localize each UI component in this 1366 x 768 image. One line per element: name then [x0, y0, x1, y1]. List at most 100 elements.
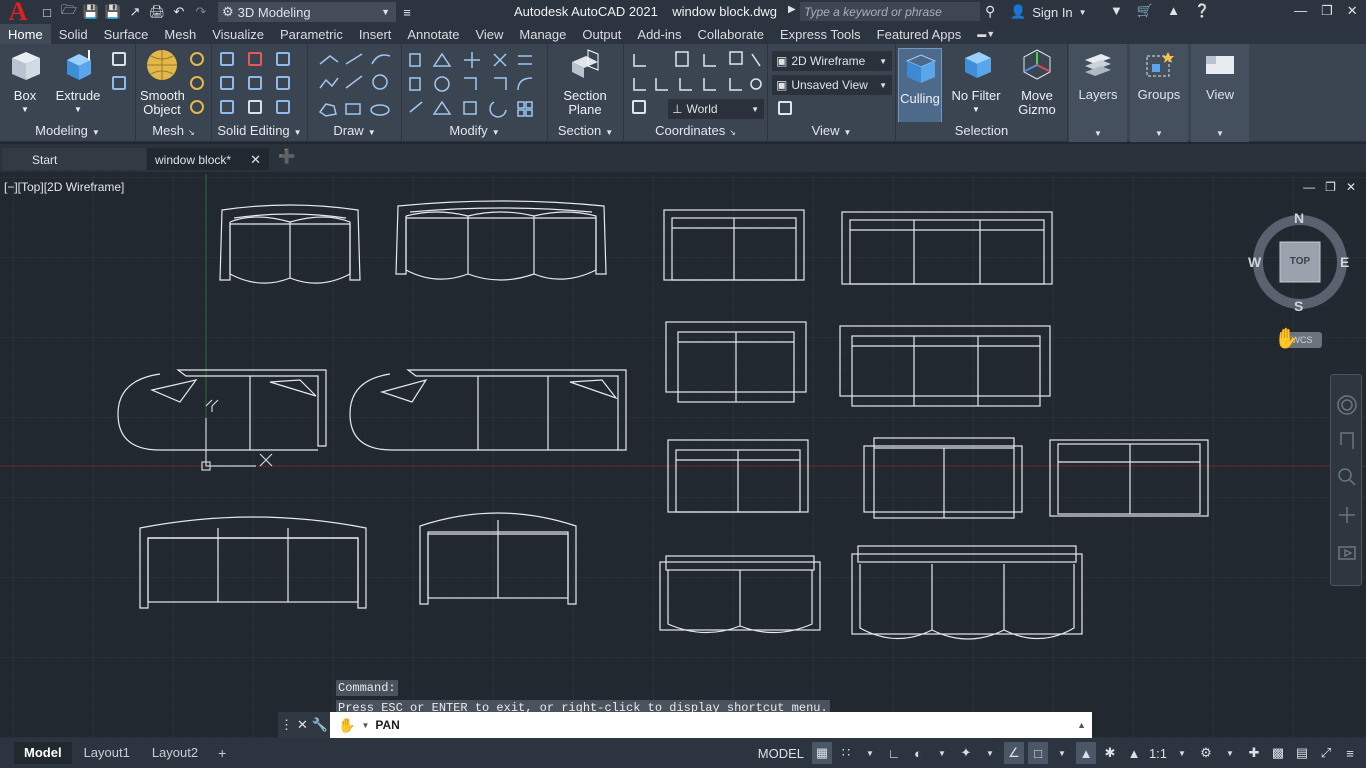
navigation-bar[interactable]	[1330, 374, 1362, 586]
draw-panel-title[interactable]: Draw ▼	[308, 122, 401, 140]
undo-icon[interactable]: ↶	[168, 2, 190, 22]
layout-tab-model[interactable]: Model	[14, 742, 72, 764]
osnap-list-icon[interactable]: ▼	[1052, 742, 1072, 764]
tab-featured-apps[interactable]: Featured Apps	[869, 24, 970, 44]
command-input[interactable]: ✋ ▼ PAN ▲	[330, 712, 1092, 738]
section-panel-title[interactable]: Section ▼	[548, 122, 623, 140]
ucs-dropdown-icon[interactable]	[632, 100, 650, 116]
tab-surface[interactable]: Surface	[96, 24, 157, 44]
tab-parametric[interactable]: Parametric	[272, 24, 351, 44]
search-input[interactable]: Type a keyword or phrase	[800, 2, 980, 21]
slice-icon[interactable]	[220, 100, 238, 116]
ucs-tools-icons[interactable]	[630, 50, 764, 94]
restore-button[interactable]: ❐	[1321, 3, 1333, 19]
cart-icon[interactable]: 🛒	[1137, 3, 1153, 19]
tab-collaborate[interactable]: Collaborate	[689, 24, 772, 44]
selection-panel-title[interactable]: Selection	[896, 122, 1067, 140]
tab-manage[interactable]: Manage	[511, 24, 574, 44]
compass-w[interactable]: W	[1248, 254, 1261, 270]
annotation-scale-value[interactable]: 1:1	[1148, 742, 1168, 764]
culling-button[interactable]: Culling	[898, 48, 942, 124]
export-icon[interactable]: ↗	[124, 2, 146, 22]
mesh-panel-title[interactable]: Mesh ↘	[136, 122, 211, 140]
viewport-restore-icon[interactable]: ❐	[1325, 180, 1336, 194]
isodraft-icon[interactable]: ✦	[956, 742, 976, 764]
coordinates-panel-title[interactable]: Coordinates ↘	[624, 122, 767, 140]
tab-start[interactable]: Start	[2, 148, 146, 170]
otrack-icon[interactable]: ∠	[1004, 742, 1024, 764]
modeling-panel-title[interactable]: Modeling ▼	[0, 122, 135, 140]
search-icon[interactable]: ⚲	[985, 3, 995, 20]
customize-wrench-icon[interactable]: 🔧	[312, 717, 328, 733]
offset-edge-icon[interactable]	[276, 100, 294, 116]
modify-panel-title[interactable]: Modify ▼	[402, 122, 547, 140]
annotation-scale-icon[interactable]: ▲	[1124, 742, 1144, 764]
tab-mesh[interactable]: Mesh	[156, 24, 204, 44]
layout-tab-layout2[interactable]: Layout2	[142, 742, 208, 764]
compass-e[interactable]: E	[1340, 254, 1349, 270]
subtract-icon[interactable]	[248, 52, 266, 68]
close-tab-icon[interactable]: ✕	[250, 152, 261, 168]
minimize-button[interactable]: —	[1294, 3, 1307, 19]
mesh-crease-icon[interactable]	[190, 100, 208, 116]
polysolid-icon[interactable]	[112, 76, 130, 92]
box-button[interactable]: Box ▼	[6, 48, 44, 117]
tab-express-tools[interactable]: Express Tools	[772, 24, 869, 44]
visual-style-combo[interactable]: ▣ 2D Wireframe ▼	[772, 51, 892, 71]
osnap-dropdown-icon[interactable]: ▼	[980, 742, 1000, 764]
auto-scale-icon[interactable]: ✱	[1100, 742, 1120, 764]
no-filter-button[interactable]: No Filter ▼	[950, 48, 1002, 117]
save-icon[interactable]: 💾	[80, 2, 102, 22]
snap-icon[interactable]: ∷	[836, 742, 856, 764]
shell-icon[interactable]	[248, 100, 266, 116]
annotation-monitor-icon[interactable]: ✚	[1244, 742, 1264, 764]
view-panel-title[interactable]: View ▼	[768, 122, 895, 140]
osnap-icon[interactable]: □	[1028, 742, 1048, 764]
tab-add-ins[interactable]: Add-ins	[629, 24, 689, 44]
ucs-combo[interactable]: ⊥ World ▼	[668, 99, 764, 119]
viewport-close-icon[interactable]: ✕	[1346, 180, 1356, 194]
tab-visualize[interactable]: Visualize	[204, 24, 272, 44]
workspace-switch-icon[interactable]: ⚙	[1196, 742, 1216, 764]
customization-menu-icon[interactable]: ≡	[1340, 742, 1360, 764]
extract-edges-icon[interactable]	[276, 52, 294, 68]
chevron-right-icon[interactable]: ▶	[788, 4, 796, 15]
drawing-canvas[interactable]	[0, 174, 1366, 738]
ortho-icon[interactable]: ∟	[884, 742, 904, 764]
mesh-refine-icon[interactable]	[190, 76, 208, 92]
tab-insert[interactable]: Insert	[351, 24, 400, 44]
tab-solid[interactable]: Solid	[51, 24, 96, 44]
tab-window-block[interactable]: window block* ✕	[147, 148, 269, 170]
move-gizmo-button[interactable]: Move Gizmo	[1012, 48, 1062, 117]
add-layout-button[interactable]: +	[208, 742, 236, 764]
tab-output[interactable]: Output	[574, 24, 629, 44]
section-plane-button[interactable]: Section Plane	[554, 48, 616, 117]
print-icon[interactable]: 🖨	[146, 2, 168, 22]
viewport-config-icon[interactable]	[778, 101, 796, 117]
separate-icon[interactable]	[276, 76, 294, 92]
viewcube[interactable]: TOP N S E W	[1246, 206, 1354, 318]
scale-dropdown-icon[interactable]: ▼	[1172, 742, 1192, 764]
ribbon-options-icon[interactable]: ▬▼	[969, 24, 1003, 44]
sign-in-button[interactable]: 👤 Sign In ▼	[1010, 4, 1087, 20]
tab-home[interactable]: Home	[0, 24, 51, 44]
interfere-icon[interactable]	[248, 76, 266, 92]
intersect-icon[interactable]	[220, 76, 238, 92]
draw-tools-icons[interactable]	[316, 50, 396, 120]
open-icon[interactable]: 🗁	[58, 2, 80, 22]
named-view-combo[interactable]: ▣ Unsaved View ▼	[772, 75, 892, 95]
customize-toolbar-icon[interactable]: ≡	[396, 2, 418, 22]
polar-dropdown-icon[interactable]: ▼	[932, 742, 952, 764]
application-menu-button[interactable]: A	[0, 0, 36, 26]
annotation-visibility-icon[interactable]: ▲	[1076, 742, 1096, 764]
model-space-toggle[interactable]: MODEL	[754, 742, 808, 764]
solid-editing-panel-title[interactable]: Solid Editing ▼	[212, 122, 307, 140]
a360-icon[interactable]: ▲	[1167, 3, 1180, 19]
union-icon[interactable]	[220, 52, 238, 68]
quick-properties-icon[interactable]: ▤	[1292, 742, 1312, 764]
tab-view[interactable]: View	[467, 24, 511, 44]
drawing-viewport[interactable]: [−][Top][2D Wireframe] — ❐ ✕ TOP N S E W W…	[0, 174, 1366, 738]
close-command-icon[interactable]: ✕	[297, 717, 308, 733]
viewport-controls-label[interactable]: [−][Top][2D Wireframe]	[4, 180, 124, 194]
modify-tools-icons[interactable]	[408, 50, 542, 120]
